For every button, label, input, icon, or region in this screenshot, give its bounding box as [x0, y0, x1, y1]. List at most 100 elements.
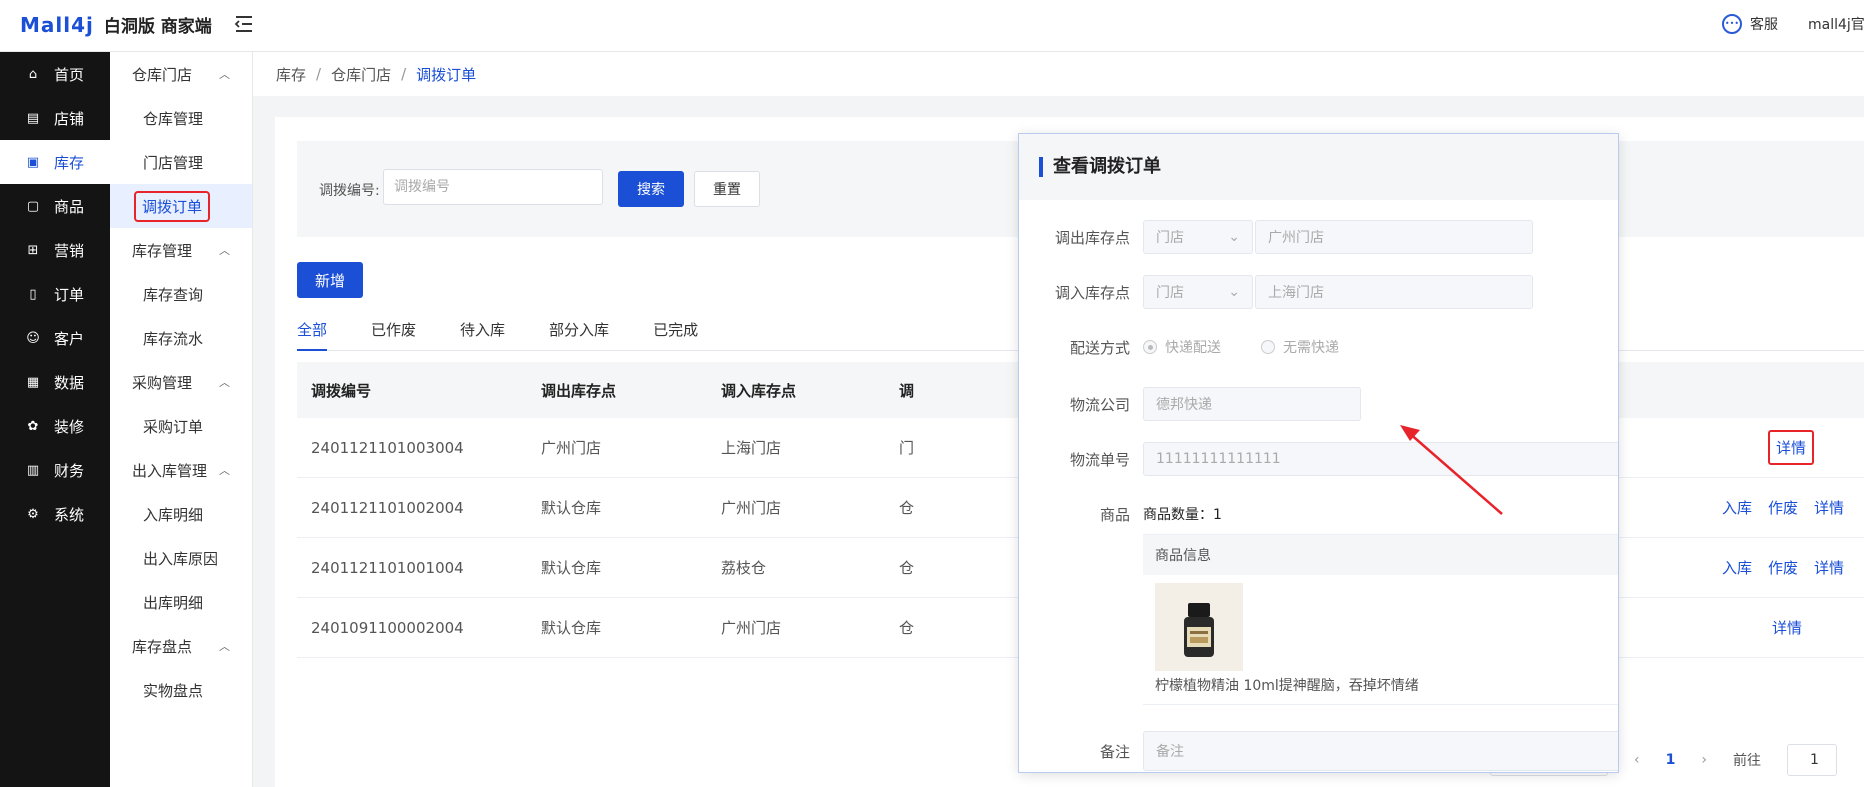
decorate-icon: ✿	[27, 418, 39, 434]
tracking-field[interactable]: 11111111111111	[1143, 442, 1618, 476]
add-button[interactable]: 新增	[297, 262, 363, 298]
in-store-field[interactable]: 上海门店	[1255, 275, 1533, 309]
radio-express[interactable]: 快递配送	[1143, 337, 1221, 357]
menu-item-purchase-order[interactable]: 采购订单	[110, 404, 252, 448]
void-link[interactable]: 作废	[1768, 557, 1798, 578]
chevron-down-icon: ⌄	[1228, 284, 1240, 300]
form-row-delivery: 配送方式 快递配送 无需快递	[1019, 330, 1618, 364]
goods-count: 商品数量：1	[1143, 507, 1222, 523]
menu-group-stocktake[interactable]: 库存盘点 ︿	[110, 624, 252, 668]
menu-group-stock[interactable]: 库存管理 ︿	[110, 228, 252, 272]
next-page-icon[interactable]: ›	[1701, 752, 1707, 768]
nav-product[interactable]: ▢ 商品	[0, 184, 110, 228]
out-store-field[interactable]: 广州门店	[1255, 220, 1533, 254]
logo-mark: Mall4j	[20, 12, 94, 37]
menu-item-warehouse-manage[interactable]: 仓库管理	[110, 96, 252, 140]
chevron-up-icon: ︿	[219, 376, 230, 389]
menu-group-inout[interactable]: 出入库管理 ︿	[110, 448, 252, 492]
tab-pending-inbound[interactable]: 待入库	[460, 317, 505, 351]
cell-no: 2401121101003004	[311, 438, 464, 457]
cell-col4: 仓	[899, 559, 915, 577]
menu-item-label: 出入库原因	[143, 549, 219, 568]
cell-out: 默认仓库	[541, 499, 602, 517]
menu-item-inout-reason[interactable]: 出入库原因	[110, 536, 252, 580]
group-label: 出入库管理	[132, 461, 208, 480]
transfer-no-input[interactable]	[383, 169, 603, 205]
inbound-link[interactable]: 入库	[1722, 497, 1752, 518]
tab-voided[interactable]: 已作废	[371, 317, 416, 351]
page-number[interactable]: 1	[1666, 752, 1676, 768]
nav-label: 商品	[54, 197, 85, 216]
nav-marketing[interactable]: ⊞ 营销	[0, 228, 110, 272]
inbound-link[interactable]: 入库	[1722, 557, 1752, 578]
menu-item-physical-count[interactable]: 实物盘点	[110, 668, 252, 712]
search-label: 调拨编号:	[319, 183, 380, 199]
nav-label: 装修	[54, 417, 85, 436]
primary-sidebar: ⌂ 首页 ▤ 店铺 ▣ 库存 ▢ 商品 ⊞ 营销 ▯ 订单 ☺ 客户 ▦ 数据 ✿ 装修 ▥ 财务 …	[0, 52, 110, 787]
tab-partial-inbound[interactable]: 部分入库	[549, 317, 609, 351]
prev-page-icon[interactable]: ‹	[1634, 752, 1640, 768]
nav-data[interactable]: ▦ 数据	[0, 360, 110, 404]
form-row-goods: 商品 商品数量：1	[1019, 497, 1618, 531]
nav-finance[interactable]: ▥ 财务	[0, 448, 110, 492]
out-type-select[interactable]: 门店 ⌄	[1143, 220, 1253, 254]
nav-customer[interactable]: ☺ 客户	[0, 316, 110, 360]
tab-completed[interactable]: 已完成	[653, 317, 698, 351]
inventory-icon: ▣	[26, 154, 40, 170]
gift-icon: ⊞	[27, 242, 39, 258]
nav-home[interactable]: ⌂ 首页	[0, 52, 110, 96]
menu-item-store-manage[interactable]: 门店管理	[110, 140, 252, 184]
menu-item-stock-flow[interactable]: 库存流水	[110, 316, 252, 360]
in-type-select[interactable]: 门店 ⌄	[1143, 275, 1253, 309]
breadcrumb-item[interactable]: 库存	[276, 64, 306, 85]
cell-no: 2401121101002004	[311, 498, 464, 517]
menu-group-purchase[interactable]: 采购管理 ︿	[110, 360, 252, 404]
cell-no: 2401121101001004	[311, 558, 464, 577]
tab-all[interactable]: 全部	[297, 317, 328, 351]
menu-item-transfer-order[interactable]: 调拨订单	[110, 184, 252, 228]
menu-item-label: 实物盘点	[143, 681, 204, 700]
cell-in: 荔枝仓	[721, 559, 767, 577]
store-icon: ▤	[26, 110, 40, 126]
menu-item-label: 门店管理	[143, 153, 204, 172]
search-button[interactable]: 搜索	[618, 171, 684, 207]
company-field[interactable]: 德邦快递	[1143, 387, 1361, 421]
detail-link[interactable]: 详情	[1814, 557, 1844, 578]
tracking-label: 物流单号	[1069, 450, 1130, 469]
detail-link[interactable]: 详情	[1814, 497, 1844, 518]
menu-item-inbound-detail[interactable]: 入库明细	[110, 492, 252, 536]
nav-store[interactable]: ▤ 店铺	[0, 96, 110, 140]
group-label: 库存盘点	[132, 637, 193, 656]
out-label: 调出库存点	[1054, 228, 1130, 247]
logo[interactable]: Mall4j 白洞版 商家端	[20, 12, 212, 38]
group-label: 库存管理	[132, 241, 193, 260]
breadcrumb-item[interactable]: 仓库门店	[331, 64, 391, 85]
nav-inventory[interactable]: ▣ 库存	[0, 140, 110, 184]
cell-out: 默认仓库	[541, 559, 602, 577]
detail-link[interactable]: 详情	[1772, 617, 1802, 638]
menu-item-label: 仓库管理	[143, 109, 204, 128]
group-label: 采购管理	[132, 373, 193, 392]
goto-input[interactable]: 1	[1786, 744, 1837, 776]
menu-group-warehouse-store[interactable]: 仓库门店 ︿	[110, 52, 252, 96]
cell-in: 广州门店	[721, 499, 782, 517]
cell-in: 上海门店	[721, 439, 782, 457]
remark-field[interactable]: 备注	[1143, 731, 1618, 771]
nav-decorate[interactable]: ✿ 装修	[0, 404, 110, 448]
nav-label: 店铺	[54, 109, 85, 128]
nav-system[interactable]: ⚙ 系统	[0, 492, 110, 536]
menu-item-outbound-detail[interactable]: 出库明细	[110, 580, 252, 624]
void-link[interactable]: 作废	[1768, 497, 1798, 518]
radio-no-express[interactable]: 无需快递	[1261, 337, 1339, 357]
customer-service-button[interactable]: ••• 客服	[1722, 14, 1778, 34]
nav-order[interactable]: ▯ 订单	[0, 272, 110, 316]
user-name[interactable]: mall4j官方	[1808, 14, 1864, 34]
radio-dot	[1143, 340, 1157, 354]
reset-button[interactable]: 重置	[694, 171, 760, 207]
menu-item-stock-query[interactable]: 库存查询	[110, 272, 252, 316]
detail-link[interactable]: 详情	[1767, 430, 1814, 465]
collapse-menu-icon[interactable]	[234, 14, 254, 38]
cell-out: 广州门店	[541, 439, 602, 457]
goods-label: 商品	[1099, 505, 1130, 524]
menu-item-label: 库存查询	[143, 285, 204, 304]
